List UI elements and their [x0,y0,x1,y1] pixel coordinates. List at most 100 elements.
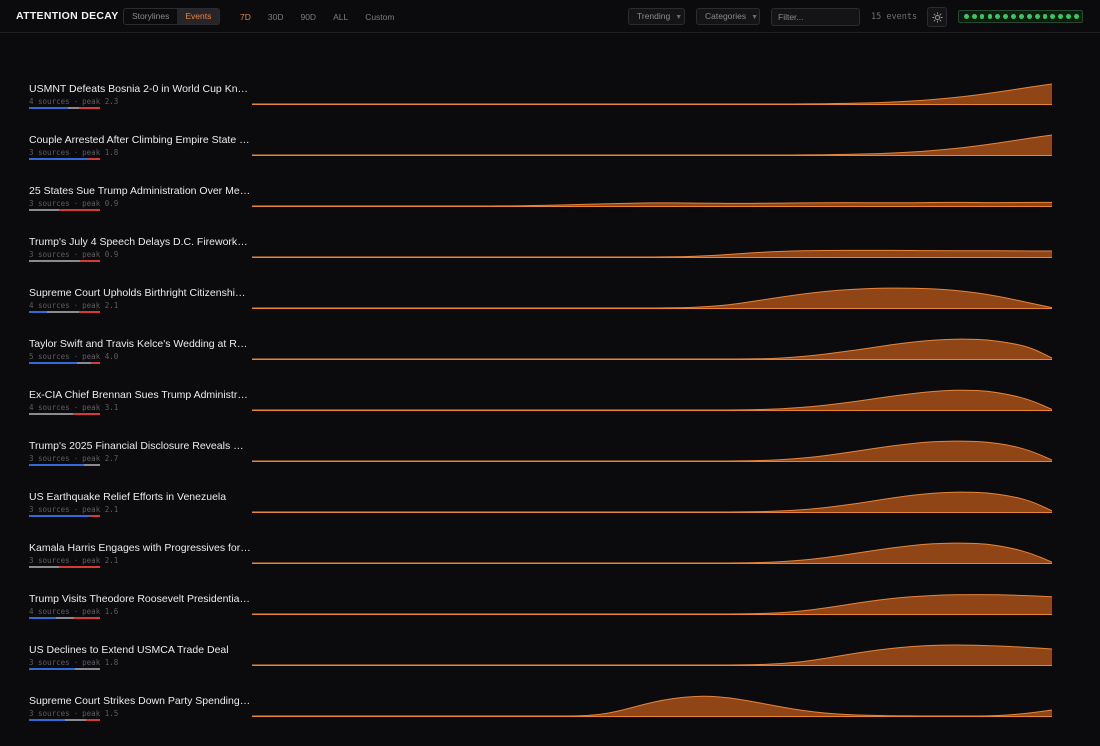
event-row[interactable]: USMNT Defeats Bosnia 2-0 in World Cup Kn… [0,83,1100,134]
bias-right-segment [78,107,100,109]
status-dot [995,14,1001,19]
curve-area [252,441,1052,461]
curve-area [252,492,1052,512]
event-row[interactable]: Trump's 2025 Financial Disclosure Reveal… [0,440,1100,491]
event-title: US Declines to Extend USMCA Trade Deal [29,644,229,656]
peak-value: peak 4.0 [82,352,119,361]
bias-left-segment [29,515,90,517]
attention-curve [252,594,1052,615]
source-bias-bar [29,209,100,211]
category-select[interactable]: Categories ▼ [696,8,760,25]
range-7d[interactable]: 7D [240,12,251,22]
theme-toggle-button[interactable] [927,7,947,27]
source-count: 3 sources [29,709,70,718]
status-dot [1066,14,1071,19]
bias-left-segment [29,107,69,109]
status-dot [1058,14,1064,19]
event-title: US Earthquake Relief Efforts in Venezuel… [29,491,227,503]
event-row[interactable]: Trump's July 4 Speech Delays D.C. Firewo… [0,236,1100,287]
storylines-tab[interactable]: Storylines [124,9,177,24]
event-meta: 4 sources · peak 3.1 [29,403,118,412]
source-bias-bar [29,515,100,517]
meta-separator: · [73,709,79,718]
event-row[interactable]: Ex-CIA Chief Brennan Sues Trump Administ… [0,389,1100,440]
event-title: Couple Arrested After Climbing Empire St… [29,134,251,146]
event-title: Kamala Harris Engages with Progressives … [29,542,251,554]
curve-area [252,696,1052,716]
source-bias-bar [29,668,100,670]
source-bias-bar [29,566,100,568]
bias-right-segment [80,260,100,262]
status-dot [971,14,977,19]
attention-curve [252,389,1052,411]
bias-left-segment [29,311,47,313]
curve-area [252,594,1052,614]
range-90d[interactable]: 90D [300,12,316,22]
event-row[interactable]: US Earthquake Relief Efforts in Venezuel… [0,491,1100,542]
event-row[interactable]: 25 States Sue Trump Administration Over … [0,185,1100,236]
attention-curve [252,287,1052,309]
filter-input[interactable] [771,8,860,26]
source-bias-bar [29,260,100,262]
chevron-down-icon: ▼ [751,14,759,21]
attention-curve [252,83,1052,105]
source-bias-bar [29,617,100,619]
event-row[interactable]: Supreme Court Strikes Down Party Spendin… [0,695,1100,746]
status-dot [1011,14,1016,19]
meta-separator: · [73,250,79,259]
event-row[interactable]: Trump Visits Theodore Roosevelt Presiden… [0,593,1100,644]
bias-left-segment [29,464,85,466]
meta-separator: · [73,556,79,565]
peak-value: peak 2.1 [82,301,119,310]
curve-area [252,645,1052,665]
source-bias-bar [29,362,100,364]
event-title: Ex-CIA Chief Brennan Sues Trump Administ… [29,389,251,401]
event-row[interactable]: Taylor Swift and Travis Kelce's Wedding … [0,338,1100,389]
event-meta: 3 sources · peak 0.9 [29,250,118,259]
event-meta: 3 sources · peak 2.1 [29,505,118,514]
source-bias-bar [29,719,100,721]
event-row[interactable]: Supreme Court Upholds Birthright Citizen… [0,287,1100,338]
meta-separator: · [73,505,79,514]
event-row[interactable]: Couple Arrested After Climbing Empire St… [0,134,1100,185]
bias-right-segment [89,515,100,517]
attention-curve [252,440,1052,462]
curve-area [252,543,1052,563]
source-bias-bar [29,158,100,160]
bias-right-segment [90,362,100,364]
event-meta: 3 sources · peak 2.1 [29,556,118,565]
range-custom[interactable]: Custom [365,12,394,22]
range-30d[interactable]: 30D [268,12,284,22]
status-dot [964,14,969,19]
bias-right-segment [85,719,100,721]
sort-select-value: Trending [637,11,671,21]
status-dot [1019,14,1024,19]
peak-value: peak 3.1 [82,403,119,412]
status-dot [987,14,993,19]
range-all[interactable]: ALL [333,12,348,22]
bias-center-segment [64,719,86,721]
event-title: 25 States Sue Trump Administration Over … [29,185,251,197]
attention-curve [252,338,1052,360]
bias-center-segment [76,362,91,364]
sun-icon [931,11,943,23]
event-meta: 3 sources · peak 1.8 [29,148,118,157]
peak-value: peak 1.8 [82,658,119,667]
events-tab[interactable]: Events [177,9,220,24]
sort-select[interactable]: Trending ▼ [628,8,685,25]
event-row[interactable]: US Declines to Extend USMCA Trade Deal 3 … [0,644,1100,695]
bias-left-segment [29,617,56,619]
meta-separator: · [73,454,79,463]
bias-center-segment [29,209,59,211]
bias-center-segment [29,566,59,568]
peak-value: peak 1.5 [82,709,119,718]
meta-separator: · [73,403,79,412]
status-dot [1074,14,1079,19]
peak-value: peak 2.1 [82,505,119,514]
source-count: 3 sources [29,199,70,208]
source-count: 5 sources [29,352,70,361]
bias-center-segment [29,413,74,415]
event-row[interactable]: Kamala Harris Engages with Progressives … [0,542,1100,593]
source-count: 3 sources [29,556,70,565]
bias-center-segment [46,311,79,313]
